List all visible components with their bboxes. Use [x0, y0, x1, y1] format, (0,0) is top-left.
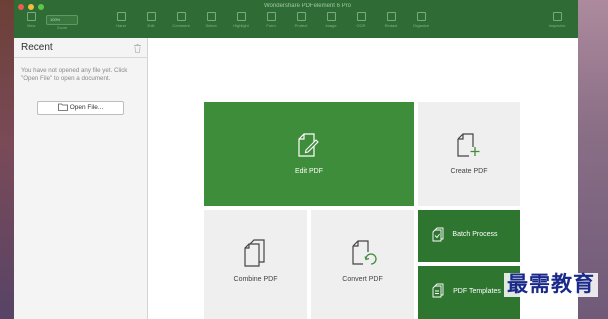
open-file-label: Open File... — [69, 104, 104, 111]
edit-pdf-icon — [298, 133, 319, 157]
organize-icon — [416, 12, 426, 21]
convert-pdf-tile[interactable]: Convert PDF — [311, 210, 414, 319]
minimize-window-button[interactable] — [28, 4, 34, 10]
edit-pdf-tile[interactable]: Edit PDF — [204, 102, 414, 206]
toolbar-label: Inspector — [548, 23, 566, 28]
combine-pdf-icon — [244, 239, 265, 267]
toolbar-label: Form — [266, 23, 276, 28]
cursor-icon — [206, 12, 216, 21]
create-pdf-tile[interactable]: Create PDF — [418, 102, 520, 206]
batch-process-label: Batch Process — [452, 231, 498, 238]
image-icon — [326, 12, 336, 21]
toolbar-hand[interactable]: Hand — [106, 12, 136, 34]
toolbar-redact[interactable]: Redact — [376, 12, 406, 34]
toolbar-label: Highlight — [233, 23, 249, 28]
toolbar-comment[interactable]: Comment — [166, 12, 196, 34]
desktop-wallpaper-left — [0, 0, 14, 319]
inspector-icon — [552, 12, 562, 21]
toolbar-label: Comment — [172, 23, 190, 28]
toolbar-protect[interactable]: Protect — [286, 12, 316, 34]
edit-pdf-label: Edit PDF — [294, 168, 323, 175]
app-window: Wondershare PDFelement 6 Pro View 100% Z… — [14, 0, 578, 319]
recent-sidebar: Recent You have not opened any file yet.… — [14, 38, 148, 319]
no-files-message: You have not opened any file yet. Click … — [21, 67, 128, 82]
sidebar-divider — [14, 57, 148, 58]
convert-pdf-icon — [352, 240, 377, 265]
toolbar-highlight[interactable]: Highlight — [226, 12, 256, 34]
close-window-button[interactable] — [18, 4, 24, 10]
create-pdf-icon — [457, 133, 480, 157]
create-pdf-label: Create PDF — [450, 168, 488, 175]
toolbar-organize[interactable]: Organize — [406, 12, 436, 34]
zoom-window-button[interactable] — [38, 4, 44, 10]
toolbar-zoom[interactable]: Zoom — [47, 25, 77, 34]
toolbar-form[interactable]: Form — [256, 12, 286, 34]
combine-pdf-label: Combine PDF — [233, 276, 278, 283]
redact-icon — [386, 12, 396, 21]
edit-icon — [146, 12, 156, 21]
toolbar-label: Organize — [412, 23, 430, 28]
toolbar-select[interactable]: Select — [196, 12, 226, 34]
toolbar-label: Select — [205, 23, 217, 28]
toolbar-label: Redact — [384, 23, 398, 28]
recent-title: Recent — [21, 42, 53, 53]
convert-pdf-label: Convert PDF — [342, 276, 383, 283]
watermark: 最需教育 — [504, 273, 598, 297]
toolbar-ocr[interactable]: OCR — [346, 12, 376, 34]
protect-icon — [296, 12, 306, 21]
toolbar-label: OCR — [356, 23, 366, 28]
toolbar-view[interactable]: View — [16, 12, 46, 34]
toolbar-label: View — [26, 23, 36, 28]
toolbar-label: Hand — [116, 23, 126, 28]
toolbar-label: Protect — [294, 23, 308, 28]
toolbar-image[interactable]: Image — [316, 12, 346, 34]
toolbar: Wondershare PDFelement 6 Pro View 100% Z… — [14, 0, 578, 38]
highlight-icon — [236, 12, 246, 21]
form-icon — [266, 12, 276, 21]
batch-process-tile[interactable]: Batch Process — [418, 210, 520, 262]
trash-icon[interactable] — [133, 43, 142, 53]
toolbar-label: Edit — [147, 23, 155, 28]
combine-pdf-tile[interactable]: Combine PDF — [204, 210, 307, 319]
zoom-select[interactable]: 100% — [46, 15, 78, 25]
window-title: Wondershare PDFelement 6 Pro — [264, 3, 351, 9]
toolbar-inspector[interactable]: Inspector — [542, 12, 572, 34]
toolbar-edit[interactable]: Edit — [136, 12, 166, 34]
open-file-button[interactable]: Open File... — [37, 101, 124, 115]
folder-icon — [57, 103, 68, 112]
ocr-icon — [356, 12, 366, 21]
toolbar-label: Image — [325, 23, 337, 28]
toolbar-label: Zoom — [56, 25, 68, 30]
view-icon — [26, 12, 36, 21]
hand-icon — [116, 12, 126, 21]
comment-icon — [176, 12, 186, 21]
desktop-wallpaper-right — [578, 0, 608, 319]
